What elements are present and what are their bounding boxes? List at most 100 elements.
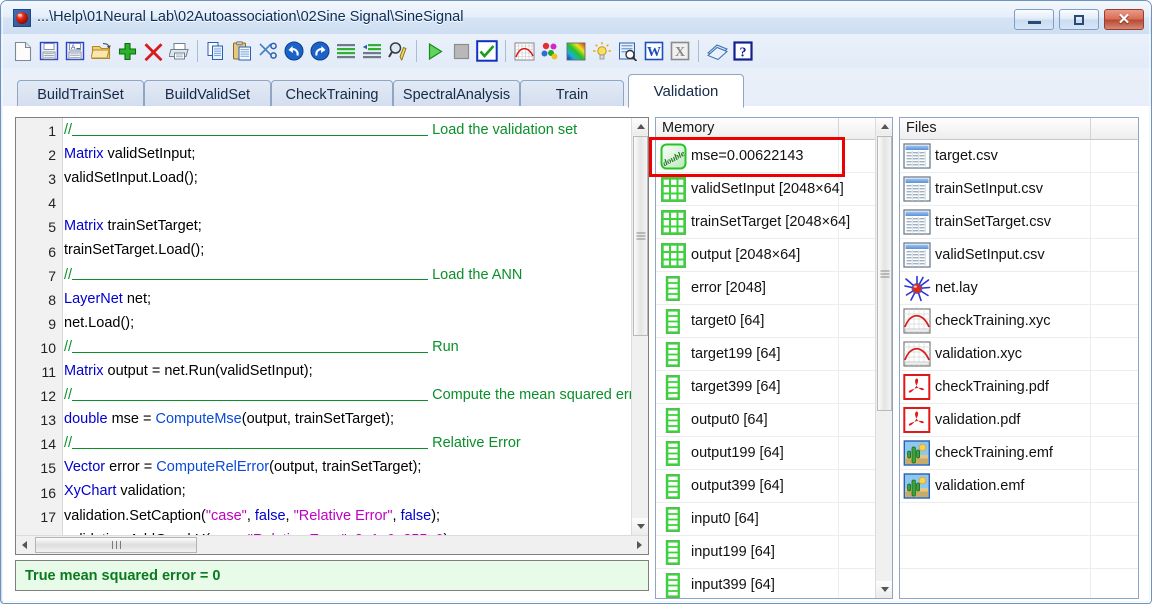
code-line: validSetInput.Load();: [64, 166, 631, 190]
paste-icon[interactable]: [230, 38, 254, 64]
editor-hscroll-thumb[interactable]: [35, 537, 197, 553]
memory-item[interactable]: target0 [64]: [656, 305, 875, 338]
editor-horizontal-scrollbar[interactable]: [16, 535, 648, 554]
memory-item[interactable]: target199 [64]: [656, 338, 875, 371]
tab-label: CheckTraining: [285, 86, 379, 103]
memory-panel[interactable]: Memory double mse=0.00622143 validSetInput…: [655, 117, 893, 599]
file-item[interactable]: trainSetInput.csv: [900, 173, 1138, 206]
memory-item[interactable]: output [2048×64]: [656, 239, 875, 272]
xy-chart-icon[interactable]: [512, 38, 536, 64]
code-token: //: [64, 122, 73, 138]
file-item[interactable]: validation.xyc: [900, 338, 1138, 371]
memory-item[interactable]: double mse=0.00622143: [656, 140, 875, 173]
file-item[interactable]: net.lay: [900, 272, 1138, 305]
maximize-button[interactable]: [1059, 9, 1099, 30]
memory-item-label: output0 [64]: [691, 412, 768, 428]
minimize-button[interactable]: [1014, 9, 1054, 30]
help-book-icon[interactable]: [705, 38, 729, 64]
memory-item[interactable]: trainSetTarget [2048×64]: [656, 206, 875, 239]
memory-item[interactable]: validSetInput [2048×64]: [656, 173, 875, 206]
scroll-down-button[interactable]: [632, 518, 648, 535]
memory-header-label: Memory: [662, 120, 715, 136]
stop-icon[interactable]: [449, 38, 473, 64]
code-token: LayerNet: [64, 290, 123, 307]
line-number: 8: [48, 291, 56, 308]
files-panel[interactable]: Files target.csv trainSetInput.csv trainSe…: [899, 117, 1139, 599]
vector-icon: [658, 308, 688, 335]
tab-checktraining[interactable]: CheckTraining: [271, 80, 393, 108]
cut-icon[interactable]: [256, 38, 280, 64]
indent-lines-icon[interactable]: [334, 38, 358, 64]
memory-item[interactable]: input399 [64]: [656, 569, 875, 598]
memory-item[interactable]: input0 [64]: [656, 503, 875, 536]
file-item[interactable]: validation.pdf: [900, 404, 1138, 437]
save-as-icon[interactable]: A: [63, 38, 87, 64]
line-number: 10: [40, 339, 56, 356]
tab-buildtrainset[interactable]: BuildTrainSet: [17, 80, 144, 108]
vector-icon: [665, 374, 681, 401]
help-question-icon[interactable]: ?: [731, 38, 755, 64]
code-token: validation.SetCaption(: [64, 507, 206, 524]
vector-icon: [658, 275, 688, 302]
new-file-icon[interactable]: [11, 38, 35, 64]
run-icon[interactable]: [423, 38, 447, 64]
scroll-up-button[interactable]: [876, 118, 892, 135]
matrix-icon: [660, 209, 687, 236]
scatter-chart-icon[interactable]: [538, 38, 562, 64]
file-item[interactable]: checkTraining.emf: [900, 437, 1138, 470]
hint-bulb-icon[interactable]: [590, 38, 614, 64]
color-map-icon[interactable]: [564, 38, 588, 64]
code-line: trainSetTarget.Load();: [64, 238, 631, 262]
tab-validation[interactable]: Validation: [628, 74, 744, 108]
line-number-gutter: 1234567891011121314151617181920: [16, 118, 63, 554]
memory-vscroll-thumb[interactable]: [877, 136, 892, 411]
file-item[interactable]: checkTraining.xyc: [900, 305, 1138, 338]
memory-item-label: target399 [64]: [691, 379, 781, 395]
memory-item[interactable]: output199 [64]: [656, 437, 875, 470]
file-item[interactable]: validation.emf: [900, 470, 1138, 503]
tab-train[interactable]: Train: [520, 80, 624, 108]
file-item[interactable]: validSetInput.csv: [900, 239, 1138, 272]
scroll-down-button[interactable]: [876, 581, 892, 598]
status-bar: True mean squared error = 0: [15, 560, 649, 591]
memory-vertical-scrollbar[interactable]: [875, 118, 892, 598]
preview-icon[interactable]: [616, 38, 640, 64]
file-item-empty: [900, 536, 1138, 569]
memory-item[interactable]: target399 [64]: [656, 371, 875, 404]
memory-list[interactable]: double mse=0.00622143 validSetInput [2048×…: [656, 140, 875, 598]
code-text-area[interactable]: // Load the validation set Matrix validSe…: [64, 118, 631, 535]
file-item[interactable]: trainSetTarget.csv: [900, 206, 1138, 239]
check-syntax-icon[interactable]: [475, 38, 499, 64]
find-replace-icon[interactable]: [386, 38, 410, 64]
tab-buildvalidset[interactable]: BuildValidSet: [144, 80, 271, 108]
export-word-icon[interactable]: W: [642, 38, 666, 64]
save-icon[interactable]: [37, 38, 61, 64]
memory-item[interactable]: input199 [64]: [656, 536, 875, 569]
scroll-right-button[interactable]: [631, 536, 648, 554]
comment-rule-line: [72, 399, 429, 401]
scroll-left-button[interactable]: [16, 536, 33, 554]
delete-icon[interactable]: [141, 38, 165, 64]
add-icon[interactable]: [115, 38, 139, 64]
file-item[interactable]: target.csv: [900, 140, 1138, 173]
pdf-file-icon: [902, 374, 932, 400]
export-excel-icon[interactable]: X: [668, 38, 692, 64]
memory-item[interactable]: output399 [64]: [656, 470, 875, 503]
code-editor-panel[interactable]: 1234567891011121314151617181920 // Load …: [15, 117, 649, 555]
redo-icon[interactable]: [308, 38, 332, 64]
undo-icon[interactable]: [282, 38, 306, 64]
editor-vertical-scrollbar[interactable]: [631, 118, 648, 535]
close-button[interactable]: ✕: [1104, 9, 1144, 30]
file-item[interactable]: checkTraining.pdf: [900, 371, 1138, 404]
editor-vscroll-thumb[interactable]: [633, 136, 648, 336]
memory-item[interactable]: error [2048]: [656, 272, 875, 305]
memory-item[interactable]: output0 [64]: [656, 404, 875, 437]
copy-icon[interactable]: [204, 38, 228, 64]
outdent-lines-icon[interactable]: [360, 38, 384, 64]
files-list[interactable]: target.csv trainSetInput.csv trainSetTarge…: [900, 140, 1138, 598]
print-icon[interactable]: [167, 38, 191, 64]
tab-spectralanalysis[interactable]: SpectralAnalysis: [393, 80, 520, 108]
memory-item-label: validSetInput [2048×64]: [691, 181, 844, 197]
scroll-up-button[interactable]: [632, 118, 648, 135]
open-folder-icon[interactable]: [89, 38, 113, 64]
